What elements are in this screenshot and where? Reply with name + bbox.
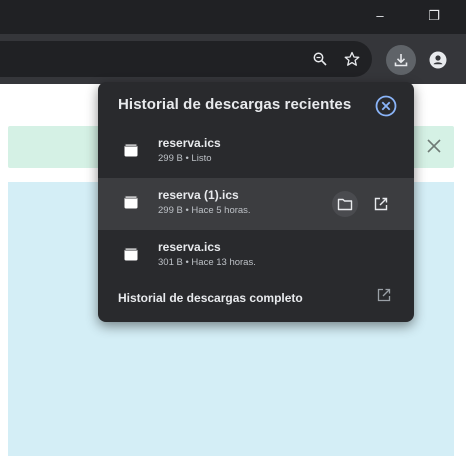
show-in-folder-icon[interactable] bbox=[332, 191, 358, 217]
download-filename: reserva.ics bbox=[158, 240, 221, 254]
minimize-button[interactable]: – bbox=[368, 6, 392, 26]
address-bar[interactable] bbox=[0, 41, 372, 77]
zoom-icon[interactable] bbox=[306, 45, 334, 73]
download-item[interactable]: reserva.ics 301 B • Hace 13 horas. bbox=[98, 230, 414, 282]
download-filename: reserva.ics bbox=[158, 136, 221, 150]
open-external-icon[interactable] bbox=[368, 191, 394, 217]
download-filename: reserva (1).ics bbox=[158, 188, 239, 202]
profile-icon[interactable] bbox=[424, 46, 452, 74]
download-status: 299 B • Hace 5 horas. bbox=[158, 205, 251, 216]
close-circle-icon[interactable] bbox=[374, 94, 398, 118]
restore-button[interactable]: ❐ bbox=[422, 6, 446, 26]
downloads-panel: Historial de descargas recientes reserva… bbox=[98, 82, 414, 322]
download-item[interactable]: reserva (1).ics 299 B • Hace 5 horas. bbox=[98, 178, 414, 230]
open-external-icon[interactable] bbox=[376, 287, 396, 307]
download-icon[interactable] bbox=[386, 45, 416, 75]
browser-titlebar: – ❐ bbox=[0, 0, 466, 34]
file-icon bbox=[124, 247, 138, 261]
download-status: 299 B • Listo bbox=[158, 153, 212, 164]
file-icon bbox=[124, 195, 138, 209]
download-status: 301 B • Hace 13 horas. bbox=[158, 257, 256, 268]
download-item[interactable]: reserva.ics 299 B • Listo bbox=[98, 126, 414, 178]
browser-toolbar bbox=[0, 34, 466, 84]
bookmark-star-icon[interactable] bbox=[338, 45, 366, 73]
panel-title: Historial de descargas recientes bbox=[118, 96, 352, 113]
file-icon bbox=[124, 143, 138, 157]
full-history-link[interactable]: Historial de descargas completo bbox=[118, 291, 303, 305]
close-icon[interactable] bbox=[424, 136, 444, 156]
